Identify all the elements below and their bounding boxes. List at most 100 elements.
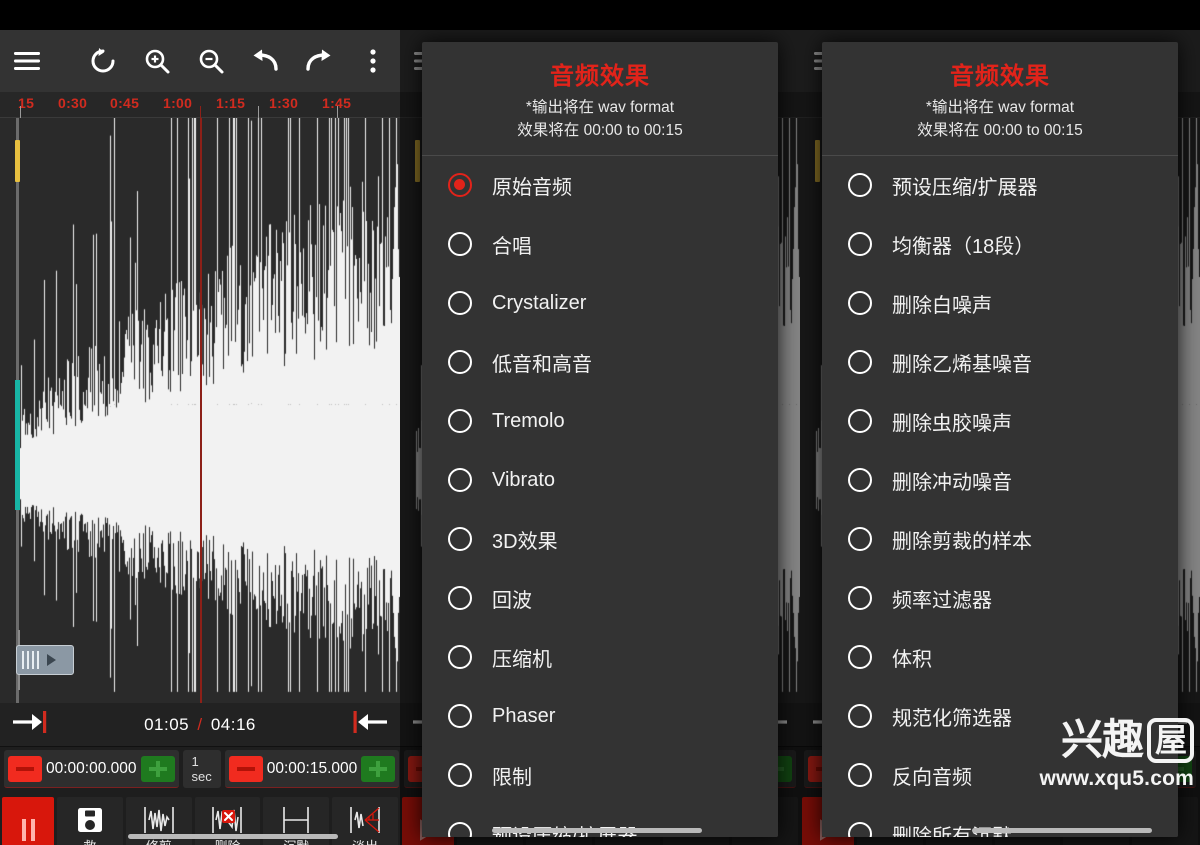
waveform-view[interactable] — [0, 118, 400, 703]
radio-unselected-icon[interactable] — [448, 350, 472, 375]
horizontal-scrollbar[interactable] — [128, 834, 338, 839]
effect-option[interactable]: Crystalizer — [422, 274, 778, 333]
effects-option-list[interactable]: 预设压缩/扩展器均衡器（18段） 删除白噪声 删除乙烯基噪音 删除虫胶噪声删除冲动噪音… — [822, 154, 1178, 837]
radio-unselected-icon[interactable] — [848, 763, 872, 788]
dialog-title: 音频效果 — [950, 63, 1050, 90]
save-button[interactable]: 救 — [57, 797, 123, 845]
effect-option[interactable]: Vibrato — [422, 451, 778, 510]
trim-waveform-icon — [143, 807, 174, 833]
radio-unselected-icon[interactable] — [448, 763, 472, 788]
radio-unselected-icon[interactable] — [848, 350, 872, 375]
effect-option[interactable]: 回波 — [422, 569, 778, 628]
step-unit-button[interactable]: 1 sec — [182, 750, 221, 788]
effect-option-label: 删除剪裁的样本 — [892, 530, 1032, 553]
end-time-value[interactable]: 00:00:15.000 — [263, 760, 362, 778]
effect-option[interactable]: Phaser — [422, 687, 778, 746]
radio-unselected-icon[interactable] — [448, 704, 472, 729]
radio-unselected-icon[interactable] — [448, 409, 472, 434]
radio-unselected-icon[interactable] — [448, 291, 472, 316]
radio-unselected-icon[interactable] — [448, 645, 472, 670]
radio-selected-icon[interactable] — [448, 173, 472, 198]
effect-option-label: 压缩机 — [492, 648, 552, 671]
timeline-ruler[interactable]: 15 0:30 0:45 1:00 1:15 1:30 1:45 — [0, 92, 400, 118]
dialog-subtitle-line2: 效果将在 00:00 to 00:15 — [517, 122, 683, 140]
effect-option[interactable]: 删除剪裁的样本 — [822, 510, 1178, 569]
effect-option-label: 预设压缩/扩展器 — [892, 176, 1038, 199]
radio-unselected-icon[interactable] — [448, 822, 472, 837]
effect-option[interactable]: Tremolo — [422, 392, 778, 451]
fadeout-button[interactable]: 淡出 — [332, 797, 398, 845]
start-time-value[interactable]: 00:00:00.000 — [42, 760, 141, 778]
zoom-in-icon[interactable] — [130, 30, 184, 92]
effect-option[interactable]: 合唱 — [422, 215, 778, 274]
ruler-label: 1:30 — [269, 95, 299, 111]
selection-handle-mid[interactable] — [15, 380, 20, 510]
overflow-menu-icon[interactable] — [346, 30, 400, 92]
radio-unselected-icon[interactable] — [848, 527, 872, 552]
effect-option-label: Tremolo — [492, 409, 565, 432]
effect-option[interactable]: 频率过滤器 — [822, 569, 1178, 628]
undo-icon[interactable] — [238, 30, 292, 92]
effect-option-label: 原始音频 — [492, 176, 572, 199]
zoom-out-icon[interactable] — [184, 30, 238, 92]
radio-unselected-icon[interactable] — [448, 527, 472, 552]
pause-button[interactable] — [2, 797, 54, 845]
effect-option-label: Phaser — [492, 704, 556, 727]
radio-unselected-icon[interactable] — [848, 173, 872, 198]
loop-icon[interactable] — [76, 30, 130, 92]
selection-drag-handle[interactable] — [16, 645, 74, 675]
effect-option[interactable]: 体积 — [822, 628, 1178, 687]
menu-icon[interactable] — [0, 30, 54, 92]
start-plus-button[interactable] — [140, 755, 175, 782]
radio-unselected-icon[interactable] — [848, 232, 872, 257]
pane-effects-page-2: 音频效果 *输出将在 wav format 效果将在 00:00 to 00:1… — [800, 0, 1200, 845]
jump-back-icon[interactable] — [350, 709, 390, 740]
radio-unselected-icon[interactable] — [848, 291, 872, 316]
dialog-header: 音频效果 *输出将在 wav format 效果将在 00:00 to 00:1… — [422, 42, 778, 155]
start-minus-button[interactable] — [8, 755, 42, 782]
effect-option[interactable]: 删除乙烯基噪音 — [822, 333, 1178, 392]
radio-unselected-icon[interactable] — [848, 409, 872, 434]
dialog-scrollbar[interactable] — [972, 828, 1152, 833]
effect-option[interactable]: 3D效果 — [422, 510, 778, 569]
effect-option[interactable]: 压缩机 — [422, 628, 778, 687]
radio-unselected-icon[interactable] — [448, 586, 472, 611]
radio-unselected-icon[interactable] — [448, 232, 472, 257]
playhead[interactable] — [200, 118, 202, 703]
selection-handle-top[interactable] — [15, 140, 20, 182]
radio-unselected-icon[interactable] — [848, 586, 872, 611]
effect-option[interactable]: 限制 — [422, 746, 778, 805]
effect-option[interactable]: 规范化筛选器 — [822, 687, 1178, 746]
selection-handle-top[interactable] — [815, 140, 820, 182]
radio-unselected-icon[interactable] — [848, 704, 872, 729]
radio-unselected-icon[interactable] — [848, 468, 872, 493]
effect-option[interactable]: 均衡器（18段） — [822, 215, 1178, 274]
end-minus-button[interactable] — [228, 755, 263, 782]
effect-option[interactable]: 低音和高音 — [422, 333, 778, 392]
effect-option[interactable]: 删除虫胶噪声 — [822, 392, 1178, 451]
play-triangle-icon — [47, 654, 56, 666]
effect-option[interactable]: 反向音频 — [822, 746, 1178, 805]
radio-unselected-icon[interactable] — [448, 468, 472, 493]
effect-option-label: 删除冲动噪音 — [892, 471, 1012, 494]
effect-option-label: 合唱 — [492, 235, 532, 258]
selection-handle-top[interactable] — [415, 140, 420, 182]
dialog-subtitle-line1: *输出将在 wav format — [525, 99, 675, 116]
start-time-stepper[interactable]: 00:00:00.000 — [4, 750, 179, 788]
dialog-scrollbar[interactable] — [492, 828, 702, 833]
redo-icon[interactable] — [292, 30, 346, 92]
effect-option[interactable]: 删除白噪声 — [822, 274, 1178, 333]
effects-option-list[interactable]: 原始音频合唱 Crystalizer 低音和高音 Tremolo Vibrato 3D效果… — [422, 154, 778, 837]
effect-option[interactable]: 原始音频 — [422, 156, 778, 215]
end-time-stepper[interactable]: 00:00:15.000 — [224, 750, 400, 788]
effect-option-label: 反向音频 — [892, 766, 972, 789]
radio-unselected-icon[interactable] — [848, 822, 872, 837]
end-plus-button[interactable] — [361, 755, 396, 782]
radio-unselected-icon[interactable] — [848, 645, 872, 670]
jump-forward-icon[interactable] — [10, 709, 50, 740]
effect-option-label: 限制 — [492, 766, 532, 789]
fadeout-label: 淡出 — [352, 836, 378, 845]
effect-option[interactable]: 预设压缩/扩展器 — [822, 156, 1178, 215]
effect-option[interactable]: 删除冲动噪音 — [822, 451, 1178, 510]
silence-waveform-icon — [283, 807, 310, 833]
